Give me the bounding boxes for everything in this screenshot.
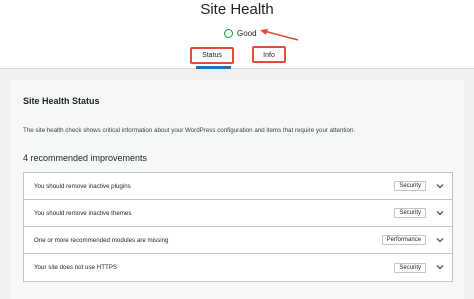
chevron-down-icon[interactable]: [436, 236, 444, 244]
annotation-box-info: [252, 46, 286, 63]
chevron-down-icon[interactable]: [436, 209, 444, 217]
page-title: Site Health: [200, 1, 274, 18]
status-circle-icon: [224, 28, 233, 38]
section-title: Site Health Status: [23, 96, 100, 106]
category-badge: Security: [394, 262, 426, 273]
improvements-list: You should remove inactive plugins Secur…: [23, 172, 453, 282]
section-description: The site health check shows critical inf…: [23, 127, 356, 134]
chevron-down-icon[interactable]: [436, 263, 444, 271]
list-item[interactable]: Your site does not use HTTPS Security: [24, 254, 452, 281]
annotation-box-status: [190, 47, 234, 64]
improvements-heading: 4 recommended improvements: [23, 153, 148, 163]
list-item-label: Your site does not use HTTPS: [34, 264, 118, 271]
health-status-text: Good: [237, 28, 257, 38]
page-header: Site Health Good Status Info: [0, 0, 474, 69]
list-item[interactable]: One or more recommended modules are miss…: [24, 227, 452, 254]
chevron-down-icon[interactable]: [436, 182, 444, 190]
category-badge: Performance: [381, 235, 426, 245]
list-item-label: You should remove inactive plugins: [34, 182, 131, 190]
list-item[interactable]: You should remove inactive plugins Secur…: [24, 173, 452, 200]
list-item-label: You should remove inactive themes: [34, 209, 132, 217]
health-status-indicator: Good: [224, 26, 257, 40]
list-item[interactable]: You should remove inactive themes Securi…: [24, 200, 452, 227]
active-tab-indicator: [196, 66, 231, 69]
category-badge: Security: [394, 208, 426, 218]
category-badge: Security: [394, 181, 426, 191]
list-item-label: One or more recommended modules are miss…: [34, 236, 169, 244]
annotation-arrow-icon: [260, 29, 299, 41]
